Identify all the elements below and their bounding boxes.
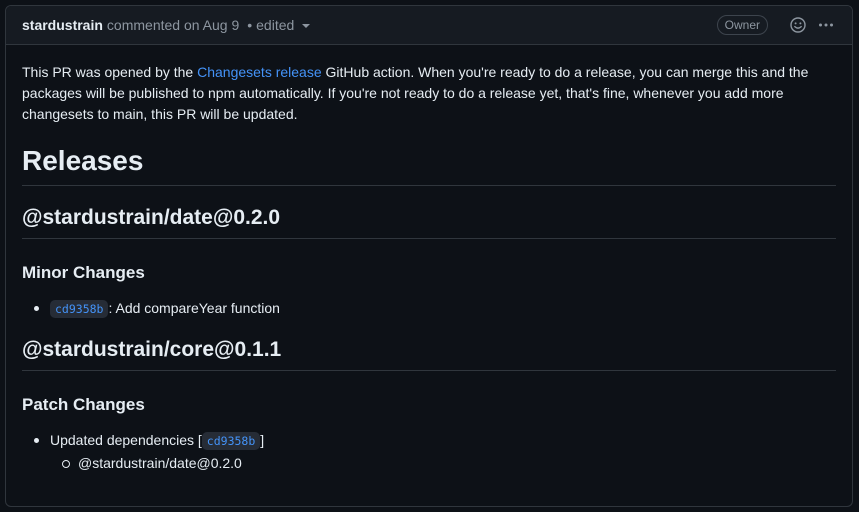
commit-sha-link[interactable]: cd9358b — [50, 300, 109, 318]
owner-badge: Owner — [716, 15, 768, 35]
edited-dropdown[interactable]: edited — [256, 17, 311, 33]
list-item: cd9358b: Add compareYear function — [22, 297, 836, 320]
smiley-icon — [790, 17, 806, 33]
list-item: Updated dependencies [cd9358b] @stardust… — [22, 429, 836, 474]
author-link[interactable]: stardustrain — [22, 17, 103, 33]
comment-header: stardustrain commented on Aug 9 • edited… — [6, 6, 852, 45]
patch-changes-heading: Patch Changes — [22, 395, 145, 414]
dependency-item: @stardustrain/date@0.2.0 — [50, 452, 836, 474]
kebab-horizontal-icon — [819, 23, 833, 27]
change-description: : Add compareYear function — [108, 300, 280, 316]
dependencies-close: ] — [260, 432, 265, 448]
minor-changes-list: cd9358b: Add compareYear function — [22, 297, 836, 320]
header-actions: Owner — [716, 15, 836, 35]
releases-heading: Releases — [22, 143, 836, 186]
triangle-down-icon — [302, 24, 311, 28]
intro-text-before: This PR was opened by the — [22, 64, 198, 80]
comment-body: This PR was opened by the Changesets rel… — [6, 45, 852, 474]
changesets-release-link[interactable]: Changesets release — [197, 64, 322, 80]
header-separator: • — [247, 17, 253, 33]
minor-changes-heading: Minor Changes — [22, 263, 145, 282]
intro-paragraph: This PR was opened by the Changesets rel… — [22, 62, 836, 125]
dependency-sublist: @stardustrain/date@0.2.0 — [50, 452, 836, 474]
dependencies-text: Updated dependencies [ — [50, 432, 202, 448]
pr-comment: stardustrain commented on Aug 9 • edited… — [5, 5, 853, 507]
add-reaction-button[interactable] — [788, 15, 808, 35]
patch-changes-list: Updated dependencies [cd9358b] @stardust… — [22, 429, 836, 474]
package-heading-date: @stardustrain/date@0.2.0 — [22, 204, 836, 239]
commit-sha-link[interactable]: cd9358b — [201, 432, 261, 450]
package-heading-core: @stardustrain/core@0.1.1 — [22, 336, 836, 371]
comment-timestamp[interactable]: commented on Aug 9 — [107, 17, 239, 33]
more-options-button[interactable] — [816, 15, 836, 35]
edited-label: edited — [256, 17, 295, 33]
